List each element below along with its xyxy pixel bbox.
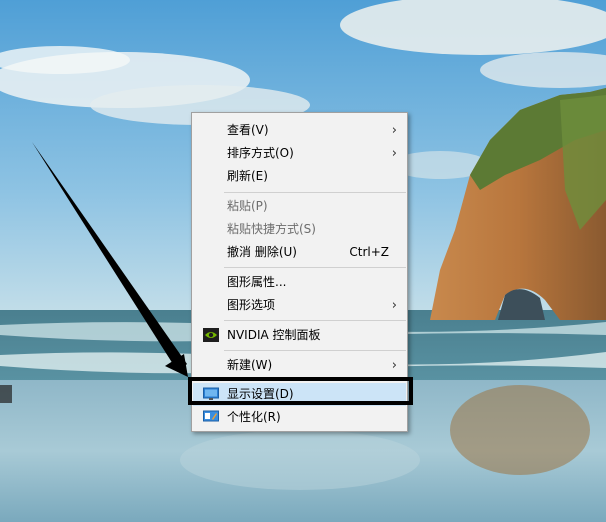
menu-item-view[interactable]: 查看(V) › — [193, 119, 406, 142]
menu-item-sort-by[interactable]: 排序方式(O) › — [193, 142, 406, 165]
menu-item-undo-delete[interactable]: 撤消 删除(U) Ctrl+Z — [193, 241, 406, 264]
menu-separator — [224, 267, 406, 268]
personalize-icon — [203, 410, 219, 422]
menu-item-nvidia-control-panel[interactable]: NVIDIA 控制面板 — [193, 324, 406, 347]
menu-item-paste-shortcut[interactable]: 粘贴快捷方式(S) — [193, 218, 406, 241]
menu-item-new[interactable]: 新建(W) › — [193, 354, 406, 377]
menu-item-personalize[interactable]: 个性化(R) — [193, 406, 406, 429]
menu-item-paste[interactable]: 粘贴(P) — [193, 195, 406, 218]
annotation-highlight-box — [188, 377, 413, 405]
shortcut-label: Ctrl+Z — [349, 245, 389, 259]
menu-separator — [224, 192, 406, 193]
chevron-right-icon: › — [391, 358, 397, 373]
menu-separator — [224, 320, 406, 321]
menu-separator — [224, 350, 406, 351]
chevron-right-icon: › — [391, 146, 397, 161]
menu-item-graphics-options[interactable]: 图形选项 › — [193, 294, 406, 317]
menu-item-graphics-properties[interactable]: 图形属性... — [193, 271, 406, 294]
nvidia-icon — [203, 328, 219, 342]
chevron-right-icon: › — [391, 123, 397, 138]
menu-item-refresh[interactable]: 刷新(E) — [193, 165, 406, 188]
chevron-right-icon: › — [391, 298, 397, 313]
